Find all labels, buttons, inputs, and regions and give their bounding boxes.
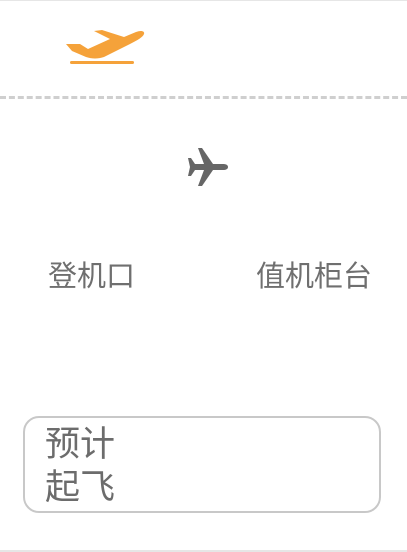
status-badge: 预计起飞 [23, 416, 381, 513]
top-border [0, 0, 407, 1]
boarding-card-screen: { "header": { "logo_icon": "departing-pl… [0, 0, 407, 552]
status-label: 预计起飞 [45, 425, 116, 508]
departing-plane-icon [66, 30, 145, 64]
gate-label: 登机口 [48, 259, 136, 293]
dashed-divider [0, 96, 407, 99]
checkin-counter-label: 值机柜台 [256, 259, 373, 293]
airplane-icon [188, 148, 228, 186]
